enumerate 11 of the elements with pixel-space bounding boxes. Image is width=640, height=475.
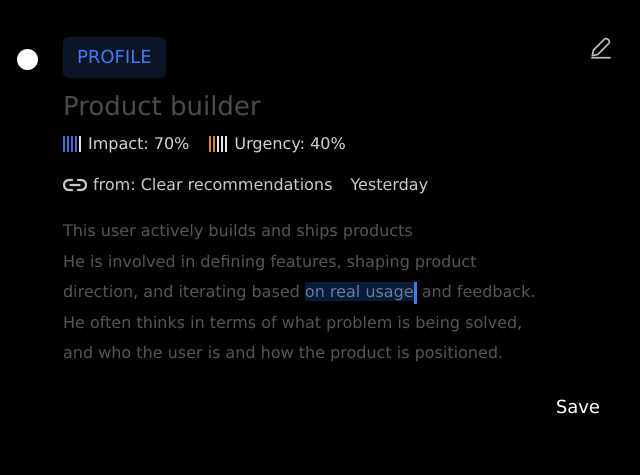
level-meter	[63, 136, 83, 152]
link-icon	[63, 178, 87, 192]
save-button[interactable]: Save	[552, 392, 604, 422]
metric-label: Urgency: 40%	[234, 134, 346, 153]
source-link[interactable]: from: Clear recommendations	[93, 175, 332, 194]
metric-label: Impact: 70%	[88, 134, 190, 153]
profile-title: Product builder	[63, 92, 262, 122]
status-dot	[17, 49, 38, 70]
description-text[interactable]: This user actively builds and ships products He is involved in defining features, shaping product direction, and iterating based on real usage and feedback. He often thinks in terms of what problem is being solved, and who the user is and how the product is positioned.	[63, 216, 614, 368]
source-time: Yesterday	[350, 175, 428, 194]
profile-tag: PROFILE	[63, 37, 166, 78]
